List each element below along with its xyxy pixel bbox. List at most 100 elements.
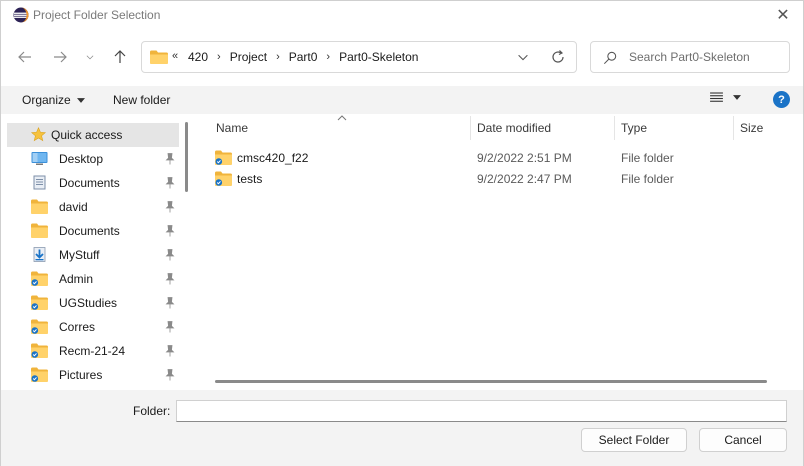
folder-icon — [150, 50, 168, 64]
chevron-down-icon — [86, 55, 94, 60]
pin-icon[interactable] — [165, 201, 175, 213]
sidebar-item-label: MyStuff — [59, 248, 100, 262]
pin-icon[interactable] — [165, 225, 175, 237]
breadcrumb-item[interactable]: 420 — [188, 50, 208, 64]
folder-synced-icon — [31, 367, 48, 382]
sidebar-item-label: UGStudies — [59, 296, 118, 310]
file-date-modified: 9/2/2022 2:47 PM — [477, 172, 572, 186]
search-box[interactable] — [590, 41, 790, 73]
breadcrumb-separator[interactable]: › — [326, 51, 330, 63]
pin-icon[interactable] — [165, 297, 175, 309]
close-button[interactable]: ✕ — [769, 3, 797, 27]
select-folder-button[interactable]: Select Folder — [581, 428, 687, 452]
breadcrumb-overflow[interactable]: « — [172, 50, 178, 62]
sidebar-item-label: Desktop — [59, 152, 104, 166]
help-button[interactable]: ? — [773, 91, 790, 108]
arrow-right-icon — [54, 51, 67, 63]
navigation-pane: Quick access Desktop Documents david Doc… — [1, 114, 197, 390]
help-icon: ? — [778, 93, 785, 106]
folder-input[interactable] — [176, 400, 787, 422]
organize-label: Organize — [22, 93, 71, 107]
sidebar-item-corres[interactable]: Corres — [7, 315, 179, 339]
folder-synced-icon — [31, 319, 48, 334]
breadcrumb-item[interactable]: Project — [230, 50, 267, 64]
dialog-footer: Folder: Select Folder Cancel — [1, 390, 803, 466]
documents-icon — [33, 175, 46, 190]
pin-icon[interactable] — [165, 321, 175, 333]
column-header-size[interactable]: Size — [740, 114, 763, 142]
eclipse-app-icon — [13, 7, 29, 23]
sidebar-item-documents[interactable]: Documents — [7, 171, 179, 195]
file-name: cmsc420_f22 — [237, 151, 309, 165]
pin-icon[interactable] — [165, 177, 175, 189]
pin-icon[interactable] — [165, 249, 175, 261]
sidebar-item-pictures[interactable]: Pictures — [7, 363, 179, 387]
forward-button[interactable] — [48, 45, 72, 69]
column-header-name[interactable]: Name — [216, 114, 248, 142]
window-title: Project Folder Selection — [33, 8, 161, 22]
file-type: File folder — [621, 151, 674, 165]
download-folder-icon — [33, 247, 46, 262]
arrow-left-icon — [18, 51, 31, 63]
refresh-icon[interactable] — [550, 49, 566, 65]
file-list-horizontal-scrollbar[interactable] — [215, 380, 767, 383]
sidebar-item-label: Documents — [59, 224, 120, 238]
address-bar[interactable]: « 420 › Project › Part0 › Part0-Skeleton — [141, 41, 577, 73]
folder-icon — [31, 199, 48, 214]
table-row[interactable]: tests 9/2/2022 2:47 PM File folder — [211, 168, 791, 189]
folder-synced-icon — [215, 171, 232, 186]
breadcrumb-item[interactable]: Part0-Skeleton — [339, 50, 418, 64]
sidebar-item-mystuff[interactable]: MyStuff — [7, 243, 179, 267]
folder-synced-icon — [31, 271, 48, 286]
column-divider[interactable] — [470, 116, 471, 140]
search-icon — [603, 51, 617, 65]
sidebar-item-admin[interactable]: Admin — [7, 267, 179, 291]
sidebar-item-label: david — [59, 200, 88, 214]
address-history-chevron-icon[interactable] — [516, 50, 530, 64]
cancel-button[interactable]: Cancel — [699, 428, 787, 452]
sort-ascending-icon — [337, 115, 347, 121]
column-header-date-modified[interactable]: Date modified — [477, 114, 551, 142]
column-divider[interactable] — [614, 116, 615, 140]
navigation-pane-scrollbar[interactable] — [185, 122, 188, 192]
sidebar-item-recm-21-24[interactable]: Recm-21-24 — [7, 339, 179, 363]
file-type: File folder — [621, 172, 674, 186]
sidebar-item-ugstudies[interactable]: UGStudies — [7, 291, 179, 315]
pin-icon[interactable] — [165, 273, 175, 285]
column-header-type[interactable]: Type — [621, 114, 647, 142]
sidebar-item-desktop[interactable]: Desktop — [7, 147, 179, 171]
breadcrumb-separator[interactable]: › — [276, 51, 280, 63]
search-input[interactable] — [629, 48, 779, 66]
folder-synced-icon — [31, 295, 48, 310]
breadcrumb-separator[interactable]: › — [217, 51, 221, 63]
sidebar-item-quick-access[interactable]: Quick access — [7, 123, 179, 147]
sidebar-item-label: Quick access — [51, 128, 123, 142]
dialog-window: Project Folder Selection ✕ « 420 › Proje… — [0, 0, 804, 466]
pin-icon[interactable] — [165, 345, 175, 357]
up-button[interactable] — [108, 45, 132, 69]
sidebar-item-label: Recm-21-24 — [59, 344, 126, 358]
sidebar-item-label: Documents — [59, 176, 120, 190]
arrow-up-icon — [114, 50, 126, 63]
sidebar-item-documents-folder[interactable]: Documents — [7, 219, 179, 243]
sidebar-item-label: Admin — [59, 272, 94, 286]
organize-button[interactable]: Organize — [22, 93, 85, 107]
pin-icon[interactable] — [165, 369, 175, 381]
change-view-button[interactable] — [710, 92, 741, 103]
list-view-icon — [710, 92, 723, 102]
sidebar-item-david[interactable]: david — [7, 195, 179, 219]
table-row[interactable]: cmsc420_f22 9/2/2022 2:51 PM File folder — [211, 147, 791, 168]
desktop-icon — [31, 152, 48, 165]
pin-icon[interactable] — [165, 153, 175, 165]
file-date-modified: 9/2/2022 2:51 PM — [477, 151, 572, 165]
recent-locations-button[interactable] — [81, 45, 99, 69]
folder-synced-icon — [31, 343, 48, 358]
breadcrumb-item[interactable]: Part0 — [289, 50, 318, 64]
sidebar-item-label: Pictures — [59, 368, 103, 382]
folder-label: Folder: — [133, 404, 171, 418]
back-button[interactable] — [13, 45, 37, 69]
column-divider[interactable] — [733, 116, 734, 140]
star-icon — [31, 127, 46, 142]
caret-down-icon — [733, 95, 741, 100]
new-folder-button[interactable]: New folder — [113, 93, 170, 107]
